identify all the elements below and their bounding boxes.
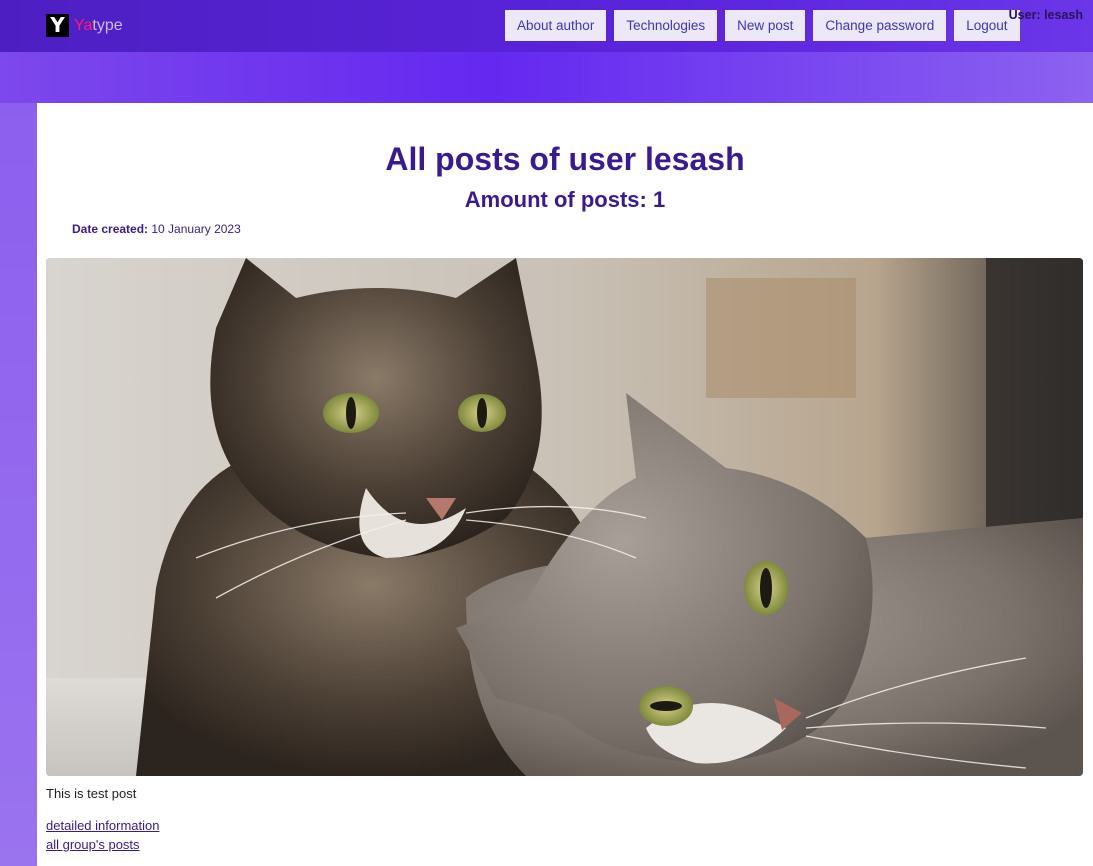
technologies-button[interactable]: Technologies: [614, 10, 718, 41]
left-gutter: [0, 103, 37, 866]
post-image: [46, 258, 1083, 776]
post-details-link[interactable]: detailed information: [46, 818, 159, 833]
page-title: All posts of user lesash: [385, 141, 745, 177]
change-password-button[interactable]: Change password: [813, 10, 947, 41]
group-posts-link[interactable]: all group's posts: [46, 837, 140, 852]
current-user-label: User: lesash: [1008, 8, 1083, 22]
brand-logo-link[interactable]: Y Yatype: [46, 14, 123, 37]
post-date: Date created: 10 January 2023: [72, 222, 241, 236]
main-content: All posts of user lesash Amount of posts…: [37, 103, 1093, 866]
post-date-label: Date created:: [72, 222, 149, 236]
post-date-value: 10 January 2023: [151, 222, 241, 236]
about-author-button[interactable]: About author: [505, 10, 607, 41]
header-band: [0, 52, 1093, 103]
new-post-button[interactable]: New post: [725, 10, 806, 41]
brand-name-prefix: Ya: [74, 16, 93, 34]
brand-name-suffix: type: [92, 16, 123, 34]
cat-photo-icon: [46, 258, 1083, 776]
brand-name: Yatype: [74, 17, 123, 35]
post-text: This is test post: [46, 786, 137, 801]
main-nav: About author Technologies New post Chang…: [505, 10, 1028, 41]
posts-count: Amount of posts: 1: [464, 187, 666, 212]
brand-logo-icon: Y: [46, 14, 69, 37]
